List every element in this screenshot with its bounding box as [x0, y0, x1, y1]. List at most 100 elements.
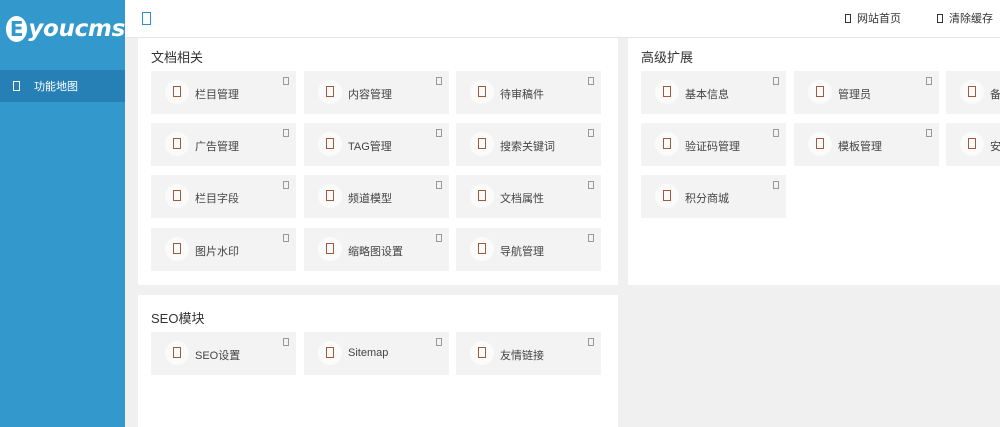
tile-label: 管理员 [838, 89, 871, 101]
pin-icon[interactable] [283, 234, 289, 242]
sidebar-item-function-map[interactable]: 功能地图 [0, 70, 125, 102]
tile-label: 待审稿件 [500, 89, 544, 101]
pin-icon[interactable] [283, 181, 289, 189]
tile-basic-info[interactable]: 基本信息 [641, 71, 786, 114]
panel-title: 文档相关 [151, 50, 204, 65]
item-icon [655, 184, 679, 208]
tile-label: 文档属性 [500, 193, 544, 205]
item-icon [318, 341, 342, 365]
tile-label: 导航管理 [500, 246, 544, 258]
item-icon [655, 132, 679, 156]
tile-column-management[interactable]: 栏目管理 [151, 71, 296, 114]
item-icon [808, 132, 832, 156]
item-icon [470, 341, 494, 365]
clear-cache-label: 清除缓存 [949, 13, 993, 25]
tile-seo-settings[interactable]: SEO设置 [151, 332, 296, 375]
menu-toggle-icon[interactable] [142, 12, 151, 25]
tile-label: 模板管理 [838, 141, 882, 153]
pin-icon[interactable] [436, 77, 442, 85]
tile-label: 搜索关键词 [500, 141, 555, 153]
item-icon [165, 341, 189, 365]
tile-channel-model[interactable]: 频道模型 [304, 175, 449, 218]
pin-icon[interactable] [436, 234, 442, 242]
pin-icon[interactable] [926, 77, 932, 85]
panel-title: 高级扩展 [641, 50, 694, 65]
item-icon [165, 80, 189, 104]
pin-icon[interactable] [926, 129, 932, 137]
pin-icon[interactable] [283, 338, 289, 346]
top-bar: 网站首页 清除缓存 [125, 0, 1000, 38]
logo[interactable]: E youcms [0, 0, 125, 58]
tile-label: TAG管理 [348, 141, 392, 153]
pin-icon[interactable] [773, 129, 779, 137]
tile-security[interactable]: 安 [946, 123, 1000, 166]
tile-ad-management[interactable]: 广告管理 [151, 123, 296, 166]
tile-content-management[interactable]: 内容管理 [304, 71, 449, 114]
tile-search-keywords[interactable]: 搜索关键词 [456, 123, 601, 166]
tile-label: 内容管理 [348, 89, 392, 101]
tile-thumbnail-settings[interactable]: 缩略图设置 [304, 228, 449, 271]
pin-icon[interactable] [436, 338, 442, 346]
item-icon [960, 132, 984, 156]
site-home-label: 网站首页 [857, 13, 901, 25]
tile-backup[interactable]: 备 [946, 71, 1000, 114]
tile-label: 验证码管理 [685, 141, 740, 153]
tile-label: 缩略图设置 [348, 246, 403, 258]
tile-label: Sitemap [348, 347, 389, 359]
pin-icon[interactable] [436, 129, 442, 137]
tile-label: 图片水印 [195, 246, 239, 258]
tile-captcha-management[interactable]: 验证码管理 [641, 123, 786, 166]
sidebar: E youcms 功能地图 [0, 0, 125, 427]
tile-tag-management[interactable]: TAG管理 [304, 123, 449, 166]
item-icon [470, 132, 494, 156]
panel-documents: 文档相关 栏目管理 内容管理 待审稿件 广告管理 TAG管理 搜索关键词 栏目字… [138, 38, 618, 285]
item-icon [655, 80, 679, 104]
item-icon [470, 80, 494, 104]
tile-points-mall[interactable]: 积分商城 [641, 175, 786, 218]
tile-label: 备 [990, 89, 1000, 101]
tile-label: 积分商城 [685, 193, 729, 205]
tile-label: 栏目字段 [195, 193, 239, 205]
tile-pending-drafts[interactable]: 待审稿件 [456, 71, 601, 114]
item-icon [165, 132, 189, 156]
pin-icon[interactable] [588, 181, 594, 189]
tile-label: 广告管理 [195, 141, 239, 153]
pin-icon[interactable] [283, 77, 289, 85]
pin-icon[interactable] [773, 181, 779, 189]
item-icon [470, 237, 494, 261]
tile-label: 基本信息 [685, 89, 729, 101]
pin-icon[interactable] [588, 338, 594, 346]
pin-icon[interactable] [588, 234, 594, 242]
panel-advanced: 高级扩展 基本信息 管理员 备 验证码管理 模板管理 安 积分商城 [628, 38, 1000, 285]
tile-column-fields[interactable]: 栏目字段 [151, 175, 296, 218]
tile-label: 频道模型 [348, 193, 392, 205]
site-home-link[interactable]: 网站首页 [845, 10, 901, 26]
map-icon [13, 81, 20, 91]
pin-icon[interactable] [436, 181, 442, 189]
pin-icon[interactable] [588, 77, 594, 85]
item-icon [470, 184, 494, 208]
sidebar-item-label: 功能地图 [34, 81, 78, 93]
item-icon [318, 132, 342, 156]
pin-icon[interactable] [588, 129, 594, 137]
tile-friend-links[interactable]: 友情链接 [456, 332, 601, 375]
tile-administrators[interactable]: 管理员 [794, 71, 939, 114]
panel-title: SEO模块 [151, 311, 205, 326]
item-icon [808, 80, 832, 104]
tile-image-watermark[interactable]: 图片水印 [151, 228, 296, 271]
tile-document-attributes[interactable]: 文档属性 [456, 175, 601, 218]
item-icon [960, 80, 984, 104]
clear-cache-link[interactable]: 清除缓存 [937, 10, 993, 26]
tile-template-management[interactable]: 模板管理 [794, 123, 939, 166]
home-icon [845, 13, 851, 23]
tile-navigation-management[interactable]: 导航管理 [456, 228, 601, 271]
tile-label: 安 [990, 141, 1000, 153]
tile-sitemap[interactable]: Sitemap [304, 332, 449, 375]
pin-icon[interactable] [773, 77, 779, 85]
item-icon [165, 237, 189, 261]
tile-label: 栏目管理 [195, 89, 239, 101]
item-icon [318, 237, 342, 261]
logo-mark: E [6, 16, 28, 42]
tile-label: SEO设置 [195, 350, 241, 362]
pin-icon[interactable] [283, 129, 289, 137]
